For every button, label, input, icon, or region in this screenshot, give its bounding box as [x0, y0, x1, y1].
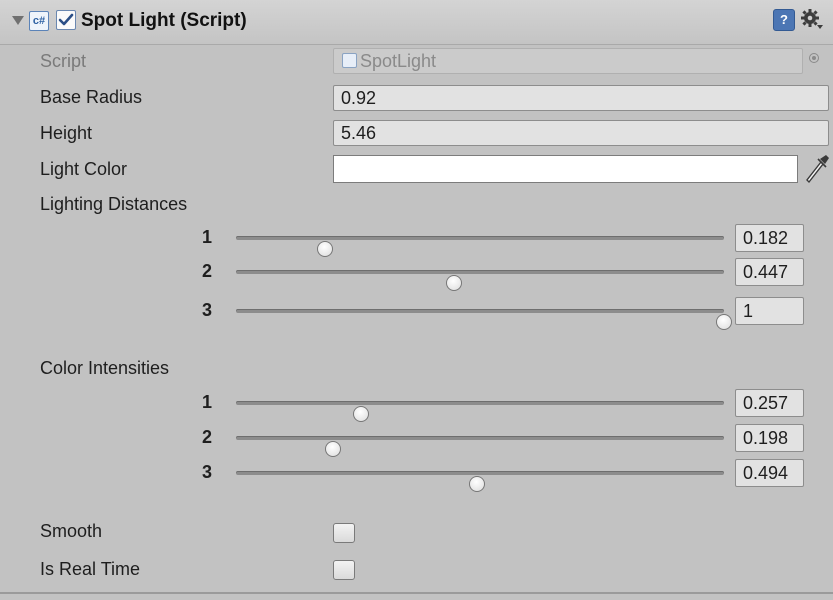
- light-color-label: Light Color: [40, 159, 128, 179]
- checkmark-icon: [58, 13, 74, 26]
- color-intensity-3-input[interactable]: 0.494: [735, 459, 804, 487]
- object-picker-icon[interactable]: [809, 53, 819, 63]
- component-header[interactable]: c# Spot Light (Script) ?: [0, 0, 833, 45]
- slider-track[interactable]: [236, 309, 732, 330]
- is-real-time-checkbox[interactable]: [333, 560, 355, 580]
- lighting-distance-row-3: 3 1: [0, 297, 833, 330]
- divider: [0, 592, 833, 594]
- script-icon: c#: [29, 11, 49, 31]
- slider-index: 3: [202, 462, 213, 482]
- lighting-distances-label: Lighting Distances: [40, 194, 188, 214]
- color-intensity-row-3: 3 0.494: [0, 459, 833, 492]
- color-intensity-row-2: 2 0.198: [0, 424, 833, 457]
- slider-thumb[interactable]: [716, 314, 732, 330]
- script-field: SpotLight: [333, 48, 803, 74]
- lighting-distance-3-input[interactable]: 1: [735, 297, 804, 325]
- slider-track[interactable]: [236, 471, 724, 492]
- light-color-field[interactable]: [333, 155, 798, 183]
- component-title: Spot Light (Script): [81, 10, 247, 31]
- lighting-distance-row-1: 1 0.182: [0, 224, 833, 257]
- is-real-time-label: Is Real Time: [40, 559, 141, 579]
- height-input[interactable]: 5.46: [333, 120, 829, 146]
- color-intensity-2-input[interactable]: 0.198: [735, 424, 804, 452]
- script-field-value: SpotLight: [360, 51, 437, 71]
- slider-index: 2: [202, 261, 213, 281]
- slider-index: 1: [202, 392, 213, 412]
- smooth-label: Smooth: [40, 521, 103, 541]
- slider-index: 2: [202, 427, 213, 447]
- help-icon[interactable]: ?: [773, 9, 795, 31]
- lighting-distance-row-2: 2 0.447: [0, 258, 833, 291]
- slider-track[interactable]: [236, 401, 724, 422]
- slider-thumb[interactable]: [353, 406, 370, 422]
- color-intensity-1-input[interactable]: 0.257: [735, 389, 804, 417]
- slider-thumb[interactable]: [446, 275, 463, 291]
- enable-checkbox[interactable]: [56, 10, 76, 30]
- foldout-arrow-icon[interactable]: [12, 16, 24, 25]
- smooth-checkbox[interactable]: [333, 523, 355, 543]
- lighting-distance-1-input[interactable]: 0.182: [735, 224, 804, 252]
- color-intensities-label: Color Intensities: [40, 358, 170, 378]
- eyedropper-icon[interactable]: [804, 153, 830, 185]
- base-radius-label: Base Radius: [40, 87, 143, 107]
- script-asset-icon: [342, 53, 357, 68]
- slider-index: 1: [202, 227, 213, 247]
- inspector-panel: c# Spot Light (Script) ? Script SpotLigh…: [0, 0, 833, 600]
- slider-track[interactable]: [236, 236, 724, 257]
- slider-thumb[interactable]: [469, 476, 486, 492]
- slider-track[interactable]: [236, 270, 724, 291]
- gear-icon[interactable]: [800, 8, 824, 30]
- slider-index: 3: [202, 300, 213, 320]
- color-intensity-row-1: 1 0.257: [0, 389, 833, 422]
- base-radius-input[interactable]: 0.92: [333, 85, 829, 111]
- slider-track[interactable]: [236, 436, 724, 457]
- slider-thumb[interactable]: [316, 241, 333, 257]
- slider-thumb[interactable]: [324, 441, 341, 457]
- height-label: Height: [40, 123, 93, 143]
- script-label: Script: [40, 51, 87, 71]
- lighting-distance-2-input[interactable]: 0.447: [735, 258, 804, 286]
